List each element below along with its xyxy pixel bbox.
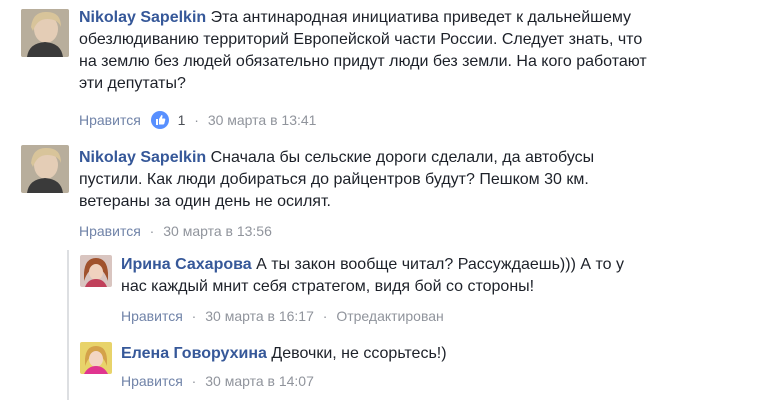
separator: ·	[194, 112, 199, 128]
separator: ·	[191, 308, 197, 324]
separator: ·	[149, 223, 155, 239]
like-link[interactable]: Нравится	[79, 223, 141, 239]
avatar[interactable]	[80, 255, 112, 287]
reply-timestamp[interactable]: 30 марта в 16:17	[205, 308, 314, 324]
separator: ·	[322, 308, 328, 324]
like-link[interactable]: Нравится	[121, 308, 183, 324]
like-link[interactable]: Нравится	[121, 373, 183, 389]
reply-author[interactable]: Ирина Сахарова	[121, 256, 252, 273]
like-count[interactable]: 1	[178, 112, 186, 128]
comment-author[interactable]: Nikolay Sapelkin	[79, 149, 206, 166]
thumbs-up-icon[interactable]	[150, 111, 169, 129]
comment-line: ветераны за один день не осилят.	[79, 193, 331, 210]
comment: Nikolay Sapelkin Сначала бы сельские дор…	[0, 140, 770, 250]
reply: Елена Говорухина Девочки, не ссорьтесь!)…	[0, 336, 770, 406]
comment-line: пустили. Как люди добираться до райцентр…	[79, 171, 589, 188]
edited-label[interactable]: Отредактирован	[336, 308, 443, 324]
comment-line: обезлюдиванию территорий Европейской час…	[79, 31, 643, 48]
like-link[interactable]: Нравится	[79, 112, 141, 128]
reply-text: Ирина Сахарова А ты закон вообще читал? …	[121, 254, 741, 298]
reply-author[interactable]: Елена Говорухина	[121, 345, 267, 362]
avatar[interactable]	[80, 342, 112, 374]
comment: Nikolay Sapelkin Эта антинародная инициа…	[0, 0, 770, 140]
comment-timestamp[interactable]: 30 марта в 13:56	[163, 223, 272, 239]
comment-author[interactable]: Nikolay Sapelkin	[79, 9, 206, 26]
avatar[interactable]	[21, 145, 69, 193]
comment-text: Nikolay Sapelkin Эта антинародная инициа…	[79, 7, 749, 95]
avatar[interactable]	[21, 9, 69, 57]
comment-line: Сначала бы сельские дороги сделали, да а…	[210, 149, 595, 166]
reply-actions: Нравится · 30 марта в 14:07	[121, 371, 314, 391]
reply-line: А ты закон вообще читал? Рассуждаешь))) …	[256, 256, 624, 273]
comment-text: Nikolay Sapelkin Сначала бы сельские дор…	[79, 147, 749, 213]
comment-actions: Нравится · 30 марта в 13:56	[79, 221, 272, 241]
reply-text: Елена Говорухина Девочки, не ссорьтесь!)	[121, 343, 741, 365]
comment-line: эти депутаты?	[79, 75, 186, 92]
reply-timestamp[interactable]: 30 марта в 14:07	[205, 373, 314, 389]
reply-actions: Нравится · 30 марта в 16:17 · Отредактир…	[121, 306, 444, 326]
reply-line: Девочки, не ссорьтесь!)	[271, 345, 447, 362]
comment-line: на землю без людей обязательно придут лю…	[79, 53, 647, 70]
comment-line: Эта антинародная инициатива приведет к д…	[210, 9, 632, 26]
comment-actions: Нравится 1 · 30 марта в 13:41	[79, 110, 316, 130]
comment-timestamp[interactable]: 30 марта в 13:41	[208, 112, 317, 128]
reply: Ирина Сахарова А ты закон вообще читал? …	[0, 250, 770, 330]
reply-line: нас каждый мнит себя стратегом, видя бой…	[121, 278, 535, 295]
separator: ·	[191, 373, 197, 389]
